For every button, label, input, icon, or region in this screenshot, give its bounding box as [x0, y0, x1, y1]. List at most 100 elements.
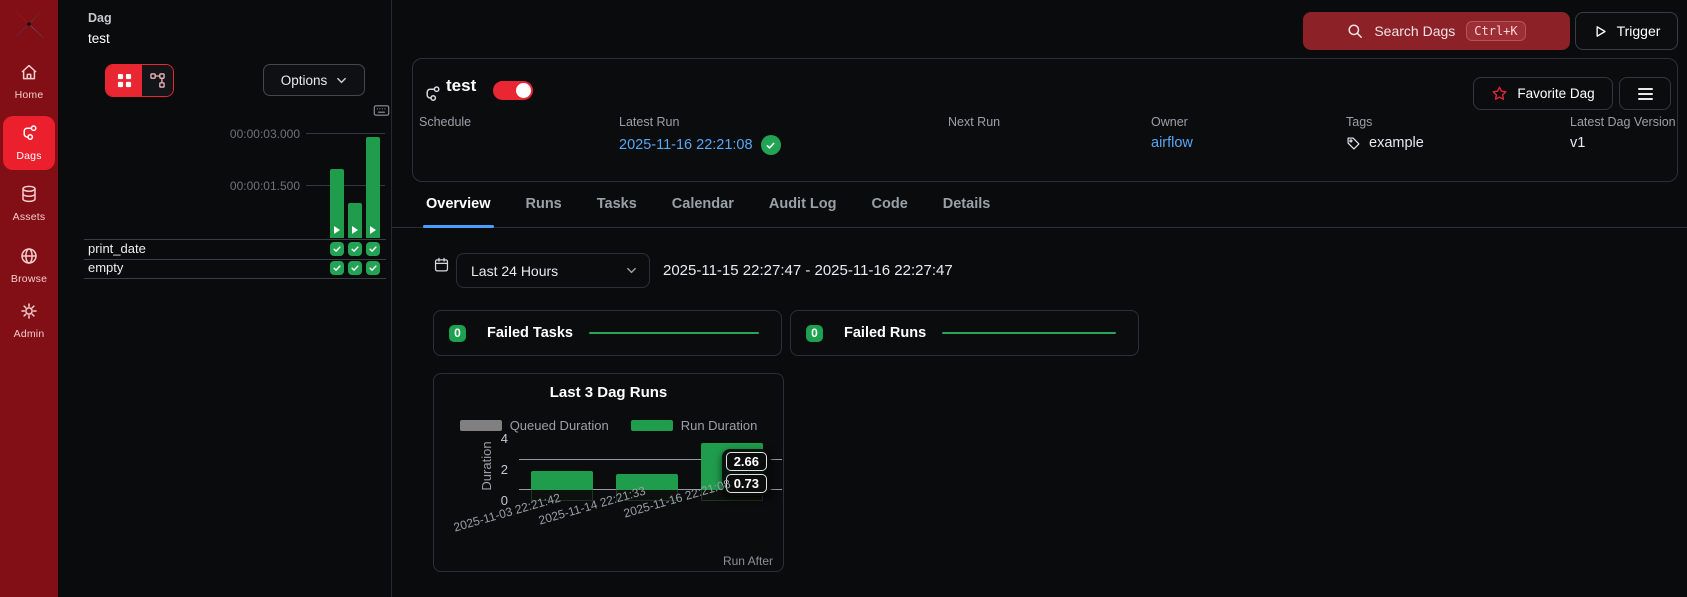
tab-calendar[interactable]: Calendar — [671, 180, 735, 227]
dag-grid-panel: Dag test Options 00:00:03.000 00:00:01.5… — [58, 0, 391, 597]
row-divider — [84, 278, 386, 279]
field-label: Owner — [1151, 115, 1188, 129]
field-owner: Owner airflow — [1151, 113, 1193, 151]
run-duration-bar[interactable] — [330, 169, 344, 238]
play-outline-icon — [1593, 24, 1608, 39]
run-duration-bar[interactable] — [348, 203, 362, 238]
field-label: Tags — [1346, 115, 1373, 129]
search-dags-button[interactable]: Search Dags Ctrl+K — [1303, 12, 1570, 50]
sidebar-item-label: Admin — [13, 328, 45, 340]
y-axis-label: Duration — [478, 441, 494, 491]
mean-queued-duration-value: 0.73 — [725, 474, 767, 493]
trigger-dag-button[interactable]: Trigger — [1575, 12, 1678, 50]
task-status-success-icon[interactable] — [330, 261, 344, 275]
dag-title: test — [446, 76, 477, 95]
breadcrumb-section: Dag — [88, 11, 112, 25]
dag-pause-toggle[interactable] — [493, 81, 533, 100]
success-status-icon — [760, 135, 781, 155]
tab-overview[interactable]: Overview — [423, 180, 493, 228]
time-range-select[interactable]: Last 24 Hours — [456, 253, 650, 288]
sidebar-item-admin[interactable]: Admin — [3, 301, 55, 342]
sidebar-item-label: Dags — [16, 150, 42, 162]
failed-tasks-label: Failed Tasks — [487, 325, 573, 341]
dag-menu-button[interactable] — [1619, 77, 1671, 110]
mean-run-duration-value: 2.66 — [725, 452, 767, 471]
run-duration-bar[interactable] — [366, 137, 380, 238]
time-range-value: Last 24 Hours — [471, 262, 559, 279]
grid-view-icon — [117, 73, 132, 88]
star-icon — [1491, 85, 1508, 102]
favorite-dag-label: Favorite Dag — [1517, 86, 1595, 101]
failed-runs-card[interactable]: 0 Failed Runs — [790, 310, 1139, 356]
task-instance-squares — [330, 261, 380, 275]
breadcrumb-dag-name: test — [88, 31, 110, 46]
play-icon — [352, 226, 358, 234]
tab-code[interactable]: Code — [871, 180, 909, 227]
dag-runs-chart-card: Last 3 Dag Runs Queued Duration Run Dura… — [433, 373, 784, 572]
trend-line — [588, 332, 759, 334]
duration-tick-label: 00:00:03.000 — [229, 127, 300, 141]
run-duration-segment — [531, 471, 593, 490]
tab-details[interactable]: Details — [942, 180, 992, 227]
task-instance-squares — [330, 242, 380, 256]
latest-run-link[interactable]: 2025-11-16 22:21:08 — [619, 137, 753, 153]
chart-title: Last 3 Dag Runs — [549, 384, 668, 401]
tab-runs[interactable]: Runs — [525, 180, 563, 227]
owner-link[interactable]: airflow — [1151, 135, 1193, 151]
main-content: Search Dags Ctrl+K Trigger test Favorite… — [392, 0, 1687, 597]
tab-tasks[interactable]: Tasks — [596, 180, 638, 227]
task-name[interactable]: print_date — [88, 241, 146, 256]
options-dropdown[interactable]: Options — [263, 64, 365, 96]
failed-tasks-card[interactable]: 0 Failed Tasks — [433, 310, 782, 356]
airflow-logo[interactable] — [11, 5, 47, 43]
admin-gear-icon — [3, 301, 55, 321]
failed-runs-label: Failed Runs — [844, 325, 927, 341]
task-status-success-icon[interactable] — [366, 242, 380, 256]
tag-label[interactable]: example — [1369, 135, 1424, 151]
calendar-icon — [433, 256, 450, 273]
field-label: Latest Dag Version — [1570, 115, 1676, 129]
keyboard-shortcuts-icon[interactable] — [373, 102, 390, 119]
failed-runs-count-badge: 0 — [806, 324, 823, 342]
assets-icon — [3, 184, 55, 204]
y-axis-tick: 4 — [500, 431, 508, 446]
sidebar-item-label: Home — [14, 89, 44, 101]
task-status-success-icon[interactable] — [366, 261, 380, 275]
graph-view-button[interactable] — [142, 65, 173, 96]
sidebar-item-label: Browse — [10, 273, 48, 285]
sidebar-item-browse[interactable]: Browse — [3, 246, 55, 287]
play-icon — [334, 226, 340, 234]
task-status-success-icon[interactable] — [348, 242, 362, 256]
search-label: Search Dags — [1374, 23, 1456, 39]
failed-tasks-count-badge: 0 — [449, 324, 466, 342]
dags-icon — [3, 123, 55, 143]
sidebar-item-home[interactable]: Home — [3, 62, 55, 103]
task-name[interactable]: empty — [88, 260, 123, 275]
task-status-success-icon[interactable] — [330, 242, 344, 256]
grid-view-button[interactable] — [106, 65, 142, 96]
search-icon — [1347, 23, 1363, 39]
time-range-text: 2025-11-15 22:27:47 - 2025-11-16 22:27:4… — [663, 262, 953, 279]
field-label: Next Run — [948, 115, 1001, 129]
tab-audit-log[interactable]: Audit Log — [768, 180, 838, 227]
trigger-label: Trigger — [1616, 23, 1661, 39]
play-icon — [370, 226, 376, 234]
chevron-down-icon — [626, 265, 637, 276]
field-label: Latest Run — [619, 115, 680, 129]
dag-icon — [422, 84, 442, 104]
x-axis-title: Run After — [722, 554, 773, 568]
task-status-success-icon[interactable] — [348, 261, 362, 275]
sidebar-item-assets[interactable]: Assets — [3, 184, 55, 225]
trend-line — [942, 332, 1116, 334]
duration-tick-label: 00:00:01.500 — [229, 179, 300, 193]
favorite-dag-button[interactable]: Favorite Dag — [1473, 77, 1613, 110]
field-next-run: Next Run — [948, 113, 1000, 131]
graph-view-icon — [150, 73, 165, 88]
duration-tick-line — [306, 133, 385, 134]
view-toggle — [105, 64, 174, 97]
search-shortcut-badge: Ctrl+K — [1466, 21, 1526, 41]
y-axis-tick: 2 — [500, 462, 508, 477]
sidebar-item-label: Assets — [12, 211, 46, 223]
row-divider — [84, 239, 386, 240]
sidebar-item-dags[interactable]: Dags — [3, 116, 55, 170]
